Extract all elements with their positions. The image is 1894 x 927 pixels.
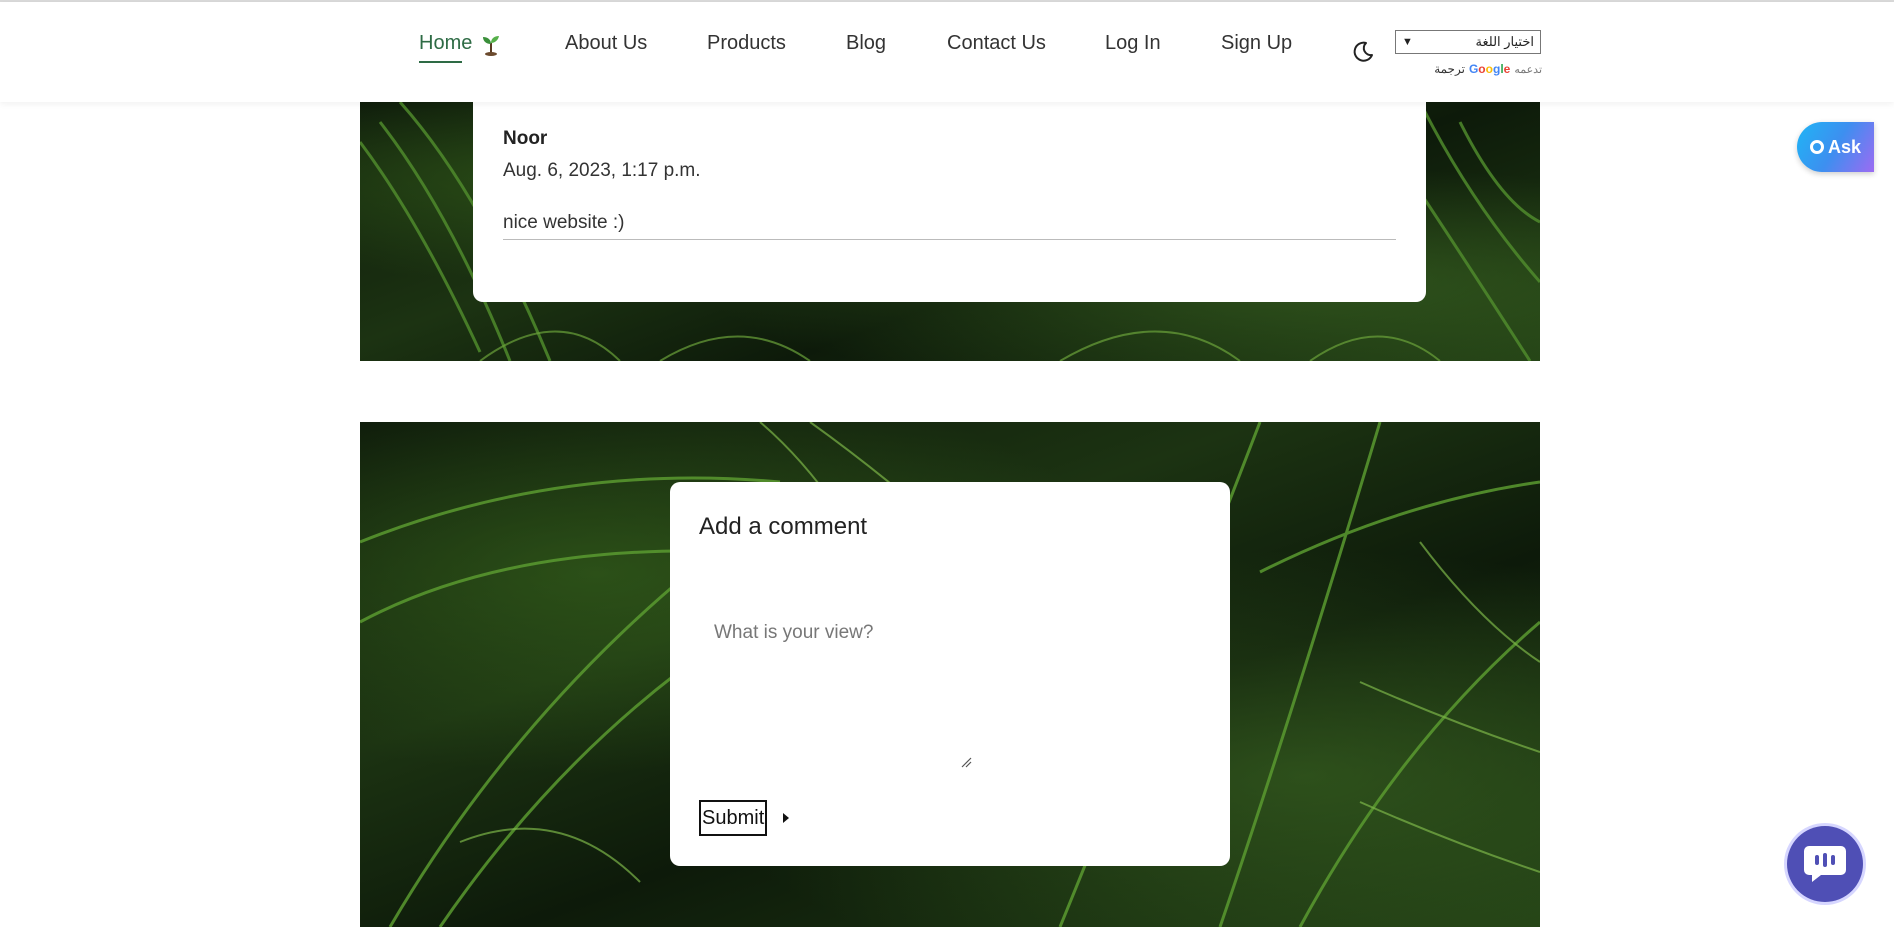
nav-blog-link[interactable]: Blog — [846, 32, 886, 55]
powered-by-label: تدعمه — [1514, 63, 1542, 76]
chat-button[interactable] — [1787, 826, 1863, 902]
add-comment-card: Add a comment Submit — [670, 482, 1230, 866]
google-logo: Google — [1468, 62, 1511, 76]
caret-right-icon — [783, 813, 789, 823]
submit-button[interactable]: Submit — [699, 800, 768, 836]
moon-icon[interactable] — [1351, 40, 1375, 64]
sprout-icon — [483, 36, 499, 56]
add-comment-title: Add a comment — [699, 513, 868, 540]
resize-grip-icon[interactable] — [960, 756, 972, 768]
nav-signup-link[interactable]: Sign Up — [1221, 32, 1292, 55]
comment-card: Noor Aug. 6, 2023, 1:17 p.m. nice websit… — [473, 102, 1426, 302]
translate-word: ترجمة — [1434, 62, 1465, 76]
ask-button[interactable]: Ask — [1797, 122, 1874, 172]
comment-author: Noor — [503, 128, 548, 149]
comment-divider — [503, 239, 1396, 240]
nav-about-link[interactable]: About Us — [565, 32, 647, 55]
language-select-value: اختيار اللغة — [1475, 34, 1534, 49]
nav-home-link[interactable]: Home — [419, 32, 472, 55]
language-select[interactable]: ▼ اختيار اللغة — [1395, 30, 1541, 54]
comment-timestamp: Aug. 6, 2023, 1:17 p.m. — [503, 160, 701, 181]
nav-login-link[interactable]: Log In — [1105, 32, 1161, 55]
nav-contact-link[interactable]: Contact Us — [947, 32, 1046, 55]
comment-textarea[interactable] — [699, 622, 974, 772]
search-icon — [1809, 140, 1824, 154]
comment-body: nice website :) — [503, 212, 625, 233]
site-header: Home About Us Products Blog Contact Us L… — [0, 2, 1894, 102]
ask-label: Ask — [1827, 136, 1862, 157]
active-nav-underline — [419, 61, 462, 63]
chat-bubble-icon — [1804, 846, 1846, 882]
nav-products-link[interactable]: Products — [707, 32, 786, 55]
google-translate-credit: ترجمة Google تدعمه — [1430, 62, 1542, 76]
chevron-down-icon: ▼ — [1402, 36, 1413, 48]
